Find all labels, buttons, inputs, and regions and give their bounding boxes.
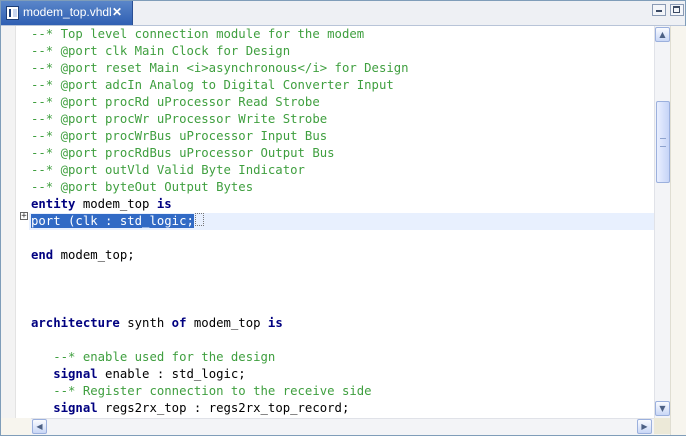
code-lines: --* Top level connection module for the …: [29, 26, 655, 417]
code-keyword: signal: [53, 367, 98, 381]
code-line[interactable]: [31, 332, 655, 349]
code-line[interactable]: --* @port adcIn Analog to Digital Conver…: [31, 77, 655, 94]
code-keyword: entity: [31, 197, 76, 211]
current-code-line[interactable]: port (clk : std_logic;: [29, 213, 655, 230]
code-editor[interactable]: + --* Top level connection module for th…: [1, 26, 669, 418]
scroll-left-button[interactable]: ◀: [32, 419, 47, 434]
code-line[interactable]: [31, 264, 655, 281]
code-keyword: is: [156, 197, 172, 211]
code-line[interactable]: [31, 281, 655, 298]
code-line[interactable]: signal regs2rx_top : regs2rx_top_record;: [31, 400, 655, 417]
code-comment: --* @port procRdBus uProcessor Output Bu…: [31, 146, 335, 160]
code-text: modem_top;: [53, 248, 135, 262]
vertical-scrollbar[interactable]: ▲ ▼: [654, 26, 671, 419]
code-line[interactable]: --* @port clk Main Clock for Design: [31, 43, 655, 60]
code-line[interactable]: --* @port procRd uProcessor Read Strobe: [31, 94, 655, 111]
code-comment: --* Top level connection module for the …: [31, 27, 365, 41]
code-line[interactable]: --* Register connection to the receive s…: [31, 383, 655, 400]
code-selection: port (clk : std_logic;: [31, 214, 194, 228]
fold-expand-icon[interactable]: +: [20, 212, 28, 221]
code-keyword: of: [171, 316, 187, 330]
code-line[interactable]: entity modem_top is: [31, 196, 655, 213]
code-text: synth: [119, 316, 172, 330]
horizontal-scrollbar[interactable]: ◀ ▶: [31, 418, 654, 435]
code-keyword: is: [267, 316, 283, 330]
tab-title: modem_top.vhdl: [23, 5, 112, 19]
code-line[interactable]: signal enable : std_logic;: [31, 366, 655, 383]
code-line[interactable]: --* @port procWr uProcessor Write Strobe: [31, 111, 655, 128]
vhdl-file-icon: [6, 6, 19, 20]
maximize-button[interactable]: [670, 4, 684, 16]
tab-bar: modem_top.vhdl ✕: [1, 1, 685, 26]
overview-ruler: [670, 26, 686, 435]
code-text: enable : std_logic;: [97, 367, 246, 381]
code-line[interactable]: --* enable used for the design: [31, 349, 655, 366]
code-comment: --* @port clk Main Clock for Design: [31, 44, 291, 58]
code-keyword: end: [31, 248, 54, 262]
code-line[interactable]: --* @port byteOut Output Bytes: [31, 179, 655, 196]
code-line[interactable]: --* Top level connection module for the …: [31, 26, 655, 43]
minimize-button[interactable]: [652, 4, 666, 16]
code-comment: --* @port reset Main <i>asynchronous</i>…: [31, 61, 409, 75]
code-comment: --* @port procRd uProcessor Read Strobe: [31, 95, 320, 109]
code-line[interactable]: --* @port outVld Valid Byte Indicator: [31, 162, 655, 179]
code-keyword: signal: [53, 401, 98, 415]
code-line[interactable]: end modem_top;: [31, 247, 655, 264]
code-line[interactable]: --* @port procRdBus uProcessor Output Bu…: [31, 145, 655, 162]
tab-modem-top[interactable]: modem_top.vhdl ✕: [1, 1, 133, 25]
code-comment: --* Register connection to the receive s…: [53, 384, 372, 398]
scrollbar-corner: [654, 418, 670, 434]
folded-region-marker[interactable]: [194, 213, 204, 226]
code-comment: --* @port procWr uProcessor Write Strobe: [31, 112, 328, 126]
code-text: modem_top: [186, 316, 268, 330]
code-text: regs2rx_top : regs2rx_top_record;: [97, 401, 350, 415]
code-line[interactable]: --* @port procWrBus uProcessor Input Bus: [31, 128, 655, 145]
scroll-right-button[interactable]: ▶: [637, 419, 652, 434]
code-comment: --* @port outVld Valid Byte Indicator: [31, 163, 305, 177]
code-line[interactable]: architecture synth of modem_top is: [31, 315, 655, 332]
code-keyword: architecture: [31, 316, 120, 330]
code-comment: --* @port adcIn Analog to Digital Conver…: [31, 78, 394, 92]
close-icon[interactable]: ✕: [112, 4, 122, 20]
scroll-up-button[interactable]: ▲: [655, 27, 670, 42]
code-line[interactable]: [31, 230, 655, 247]
code-line[interactable]: [31, 298, 655, 315]
code-text: modem_top: [75, 197, 157, 211]
code-line[interactable]: --* @port reset Main <i>asynchronous</i>…: [31, 60, 655, 77]
editor-window: modem_top.vhdl ✕ + --* Top level connect…: [0, 0, 686, 436]
code-comment: --* @port byteOut Output Bytes: [31, 180, 254, 194]
code-comment: --* @port procWrBus uProcessor Input Bus: [31, 129, 328, 143]
editor-gutter: [1, 26, 16, 418]
scroll-down-button[interactable]: ▼: [655, 401, 670, 416]
code-comment: --* enable used for the design: [53, 350, 276, 364]
vertical-scroll-thumb[interactable]: [656, 101, 670, 183]
